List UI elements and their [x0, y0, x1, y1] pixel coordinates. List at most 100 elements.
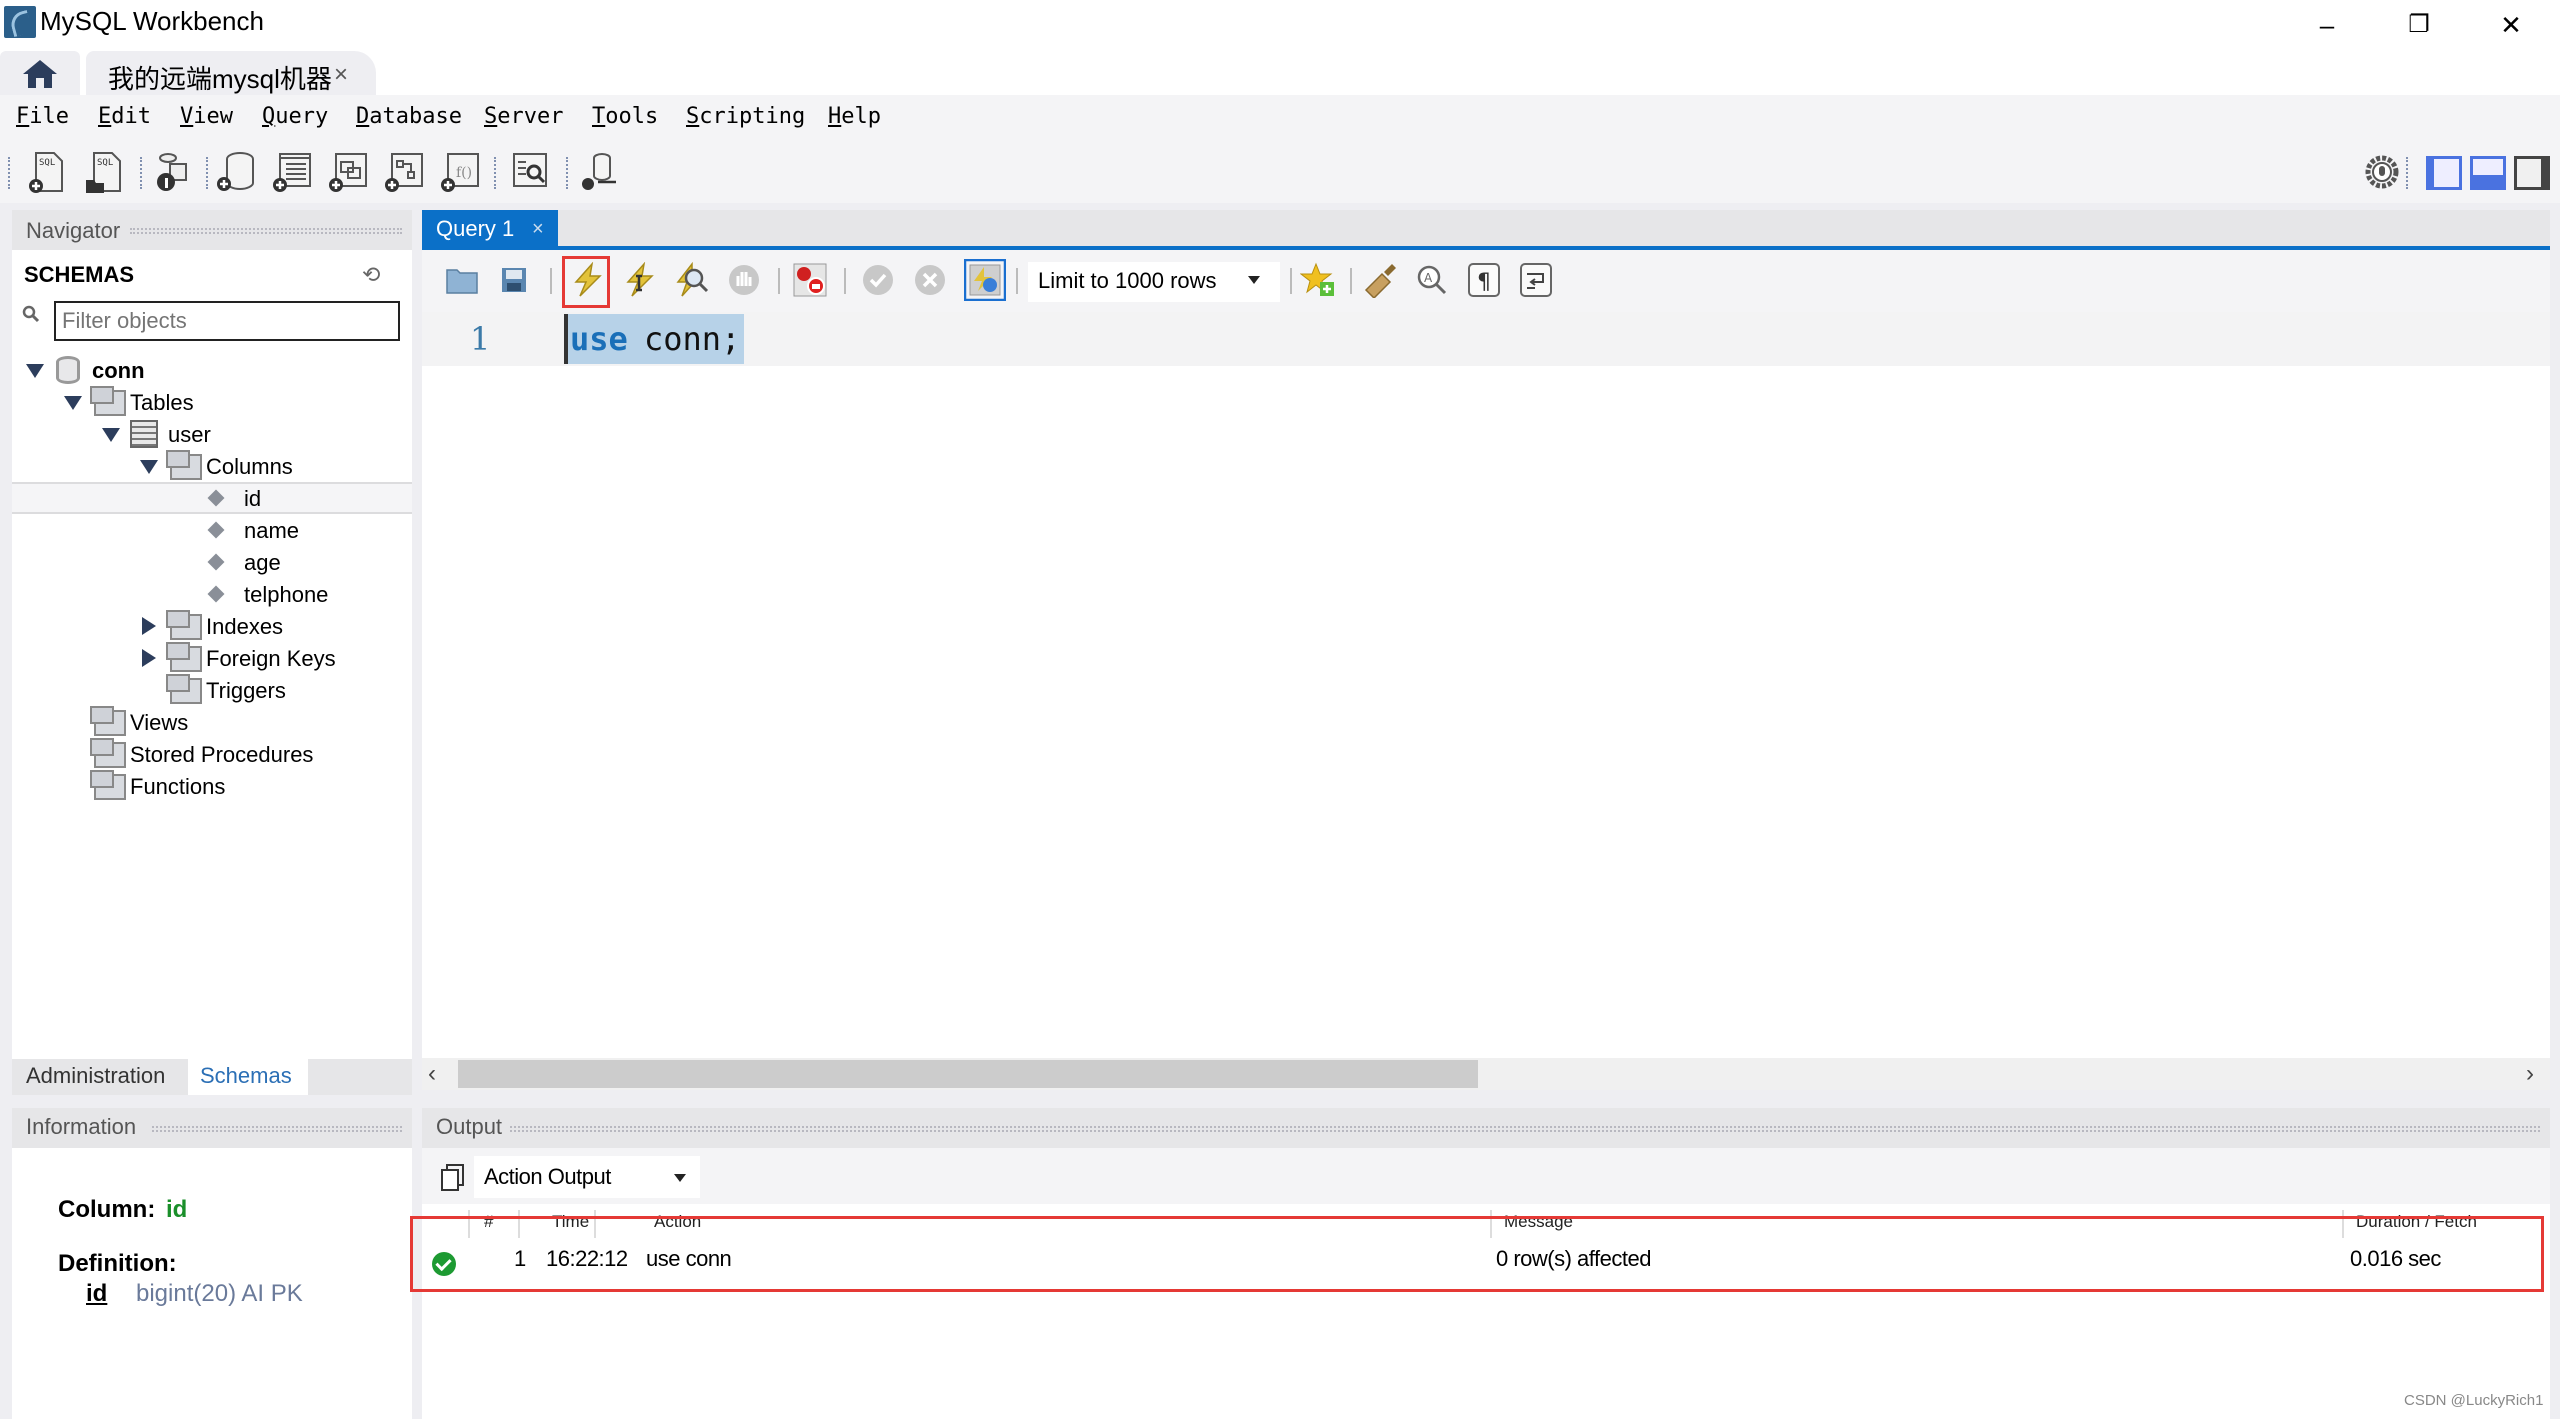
- open-file-icon[interactable]: [444, 262, 480, 298]
- tree-item-views[interactable]: Views: [12, 706, 412, 738]
- create-table-icon[interactable]: [270, 150, 314, 194]
- menu-database-accel: D: [356, 104, 370, 129]
- tab-schemas[interactable]: Schemas: [188, 1059, 308, 1095]
- query-tab[interactable]: Query 1 ×: [422, 210, 558, 250]
- create-function-icon[interactable]: f(): [438, 150, 482, 194]
- mysql-workbench-logo-icon: [4, 6, 36, 38]
- expand-icon[interactable]: [64, 396, 82, 410]
- chevron-down-icon[interactable]: [674, 1174, 686, 1182]
- tree-label: age: [244, 550, 281, 575]
- tree-item-foreign-keys[interactable]: Foreign Keys: [12, 642, 412, 674]
- expand-icon[interactable]: [26, 364, 44, 378]
- search-table-data-icon[interactable]: [508, 150, 552, 194]
- create-procedure-icon[interactable]: [382, 150, 426, 194]
- expand-icon[interactable]: [102, 428, 120, 442]
- indexes-folder-icon: [166, 610, 202, 640]
- commit-icon[interactable]: [860, 262, 896, 298]
- settings-icon[interactable]: [2362, 150, 2402, 194]
- menu-file-accel: F: [16, 104, 30, 129]
- tree-item-column-telphone[interactable]: telphone: [12, 578, 412, 610]
- new-sql-tab-icon[interactable]: SQL: [26, 150, 70, 194]
- rollback-icon[interactable]: [912, 262, 948, 298]
- output-toolbar: Action Output: [422, 1148, 2550, 1204]
- copy-icon[interactable]: [440, 1162, 468, 1192]
- tree-label: conn: [92, 358, 145, 383]
- table-icon: [130, 420, 158, 448]
- chevron-down-icon[interactable]: [1248, 276, 1260, 284]
- restore-button[interactable]: ❐: [2394, 6, 2444, 44]
- sql-code-editor[interactable]: 1 use conn;: [422, 312, 2550, 1058]
- query-tab-label: Query 1: [436, 216, 515, 241]
- add-snippet-icon[interactable]: [1300, 262, 1336, 298]
- tree-item-conn[interactable]: conn: [12, 354, 412, 386]
- home-tab[interactable]: [0, 51, 80, 95]
- tree-item-column-id[interactable]: id: [12, 482, 412, 514]
- beautify-icon[interactable]: [1362, 262, 1398, 298]
- toggle-output-icon[interactable]: [2468, 150, 2508, 194]
- window-title: MySQL Workbench: [40, 6, 264, 36]
- execute-current-statement-icon[interactable]: [622, 262, 658, 298]
- scrollbar-thumb[interactable]: [458, 1060, 1478, 1088]
- toggle-sidebar-icon[interactable]: [2424, 150, 2464, 194]
- menu-view-rest: iew: [193, 104, 233, 129]
- navigator-header: Navigator: [12, 210, 412, 250]
- tree-item-functions[interactable]: Functions: [12, 770, 412, 802]
- tree-label: Tables: [130, 390, 194, 415]
- scroll-left-icon[interactable]: ‹: [428, 1060, 436, 1088]
- navigator-panel: Navigator SCHEMAS ⟲ conn Tables user Col…: [12, 210, 412, 1060]
- tree-item-column-age[interactable]: age: [12, 546, 412, 578]
- menu-file[interactable]: File: [16, 104, 69, 129]
- create-view-icon[interactable]: [326, 150, 370, 194]
- tree-item-user[interactable]: user: [12, 418, 412, 450]
- menu-tools-accel: T: [592, 104, 606, 129]
- expand-icon[interactable]: [140, 460, 158, 474]
- horizontal-scrollbar[interactable]: ‹ ›: [422, 1058, 2550, 1090]
- limit-rows-select[interactable]: Limit to 1000 rows: [1028, 262, 1280, 302]
- minimize-button[interactable]: –: [2302, 6, 2352, 44]
- open-sql-script-icon[interactable]: SQL: [82, 150, 126, 194]
- menu-tools[interactable]: Tools: [592, 104, 658, 129]
- menu-view[interactable]: View: [180, 104, 233, 129]
- information-panel: Information Column: id Definition: id bi…: [12, 1108, 412, 1419]
- menu-database[interactable]: Database: [356, 104, 462, 129]
- menu-scripting[interactable]: Scripting: [686, 104, 805, 129]
- menu-edit[interactable]: Edit: [98, 104, 151, 129]
- filter-objects-input[interactable]: [54, 301, 400, 341]
- collapse-icon[interactable]: [142, 617, 156, 635]
- header-grip: [510, 1126, 2540, 1132]
- scroll-right-icon[interactable]: ›: [2526, 1060, 2534, 1088]
- output-type-select[interactable]: Action Output: [474, 1156, 700, 1198]
- word-wrap-icon[interactable]: [1518, 262, 1554, 298]
- menu-server[interactable]: Server: [484, 104, 563, 129]
- tab-administration[interactable]: Administration: [12, 1059, 179, 1095]
- close-query-tab-icon[interactable]: ×: [532, 218, 544, 241]
- create-schema-icon[interactable]: [214, 150, 258, 194]
- tree-item-columns[interactable]: Columns: [12, 450, 412, 482]
- explain-icon[interactable]: [674, 262, 710, 298]
- connection-tab[interactable]: 我的远端mysql机器 ×: [86, 51, 376, 95]
- tree-item-triggers[interactable]: Triggers: [12, 674, 412, 706]
- reconnect-icon[interactable]: [576, 150, 620, 194]
- stop-icon[interactable]: [726, 262, 762, 298]
- toggle-secondary-sidebar-icon[interactable]: [2512, 150, 2552, 194]
- invisible-characters-icon[interactable]: ¶: [1466, 262, 1502, 298]
- find-replace-icon[interactable]: A: [1414, 262, 1450, 298]
- tree-item-column-name[interactable]: name: [12, 514, 412, 546]
- menu-query[interactable]: Query: [262, 104, 328, 129]
- collapse-icon[interactable]: [142, 649, 156, 667]
- tree-label: name: [244, 518, 300, 543]
- tree-item-stored-procedures[interactable]: Stored Procedures: [12, 738, 412, 770]
- refresh-schemas-icon[interactable]: ⟲: [362, 262, 388, 287]
- close-tab-icon[interactable]: ×: [334, 61, 348, 89]
- execute-icon[interactable]: [570, 262, 606, 298]
- tree-item-indexes[interactable]: Indexes: [12, 610, 412, 642]
- tree-item-tables[interactable]: Tables: [12, 386, 412, 418]
- schema-inspector-icon[interactable]: [148, 150, 192, 194]
- autocommit-toggle-icon[interactable]: [964, 259, 1006, 301]
- toolbar-separator: [2406, 157, 2408, 189]
- toggle-stop-on-error-icon[interactable]: [792, 262, 828, 298]
- save-icon[interactable]: [496, 262, 532, 298]
- navigator-tabs: Administration Schemas: [12, 1059, 412, 1095]
- close-button[interactable]: ✕: [2486, 6, 2536, 44]
- menu-help[interactable]: Help: [828, 104, 881, 129]
